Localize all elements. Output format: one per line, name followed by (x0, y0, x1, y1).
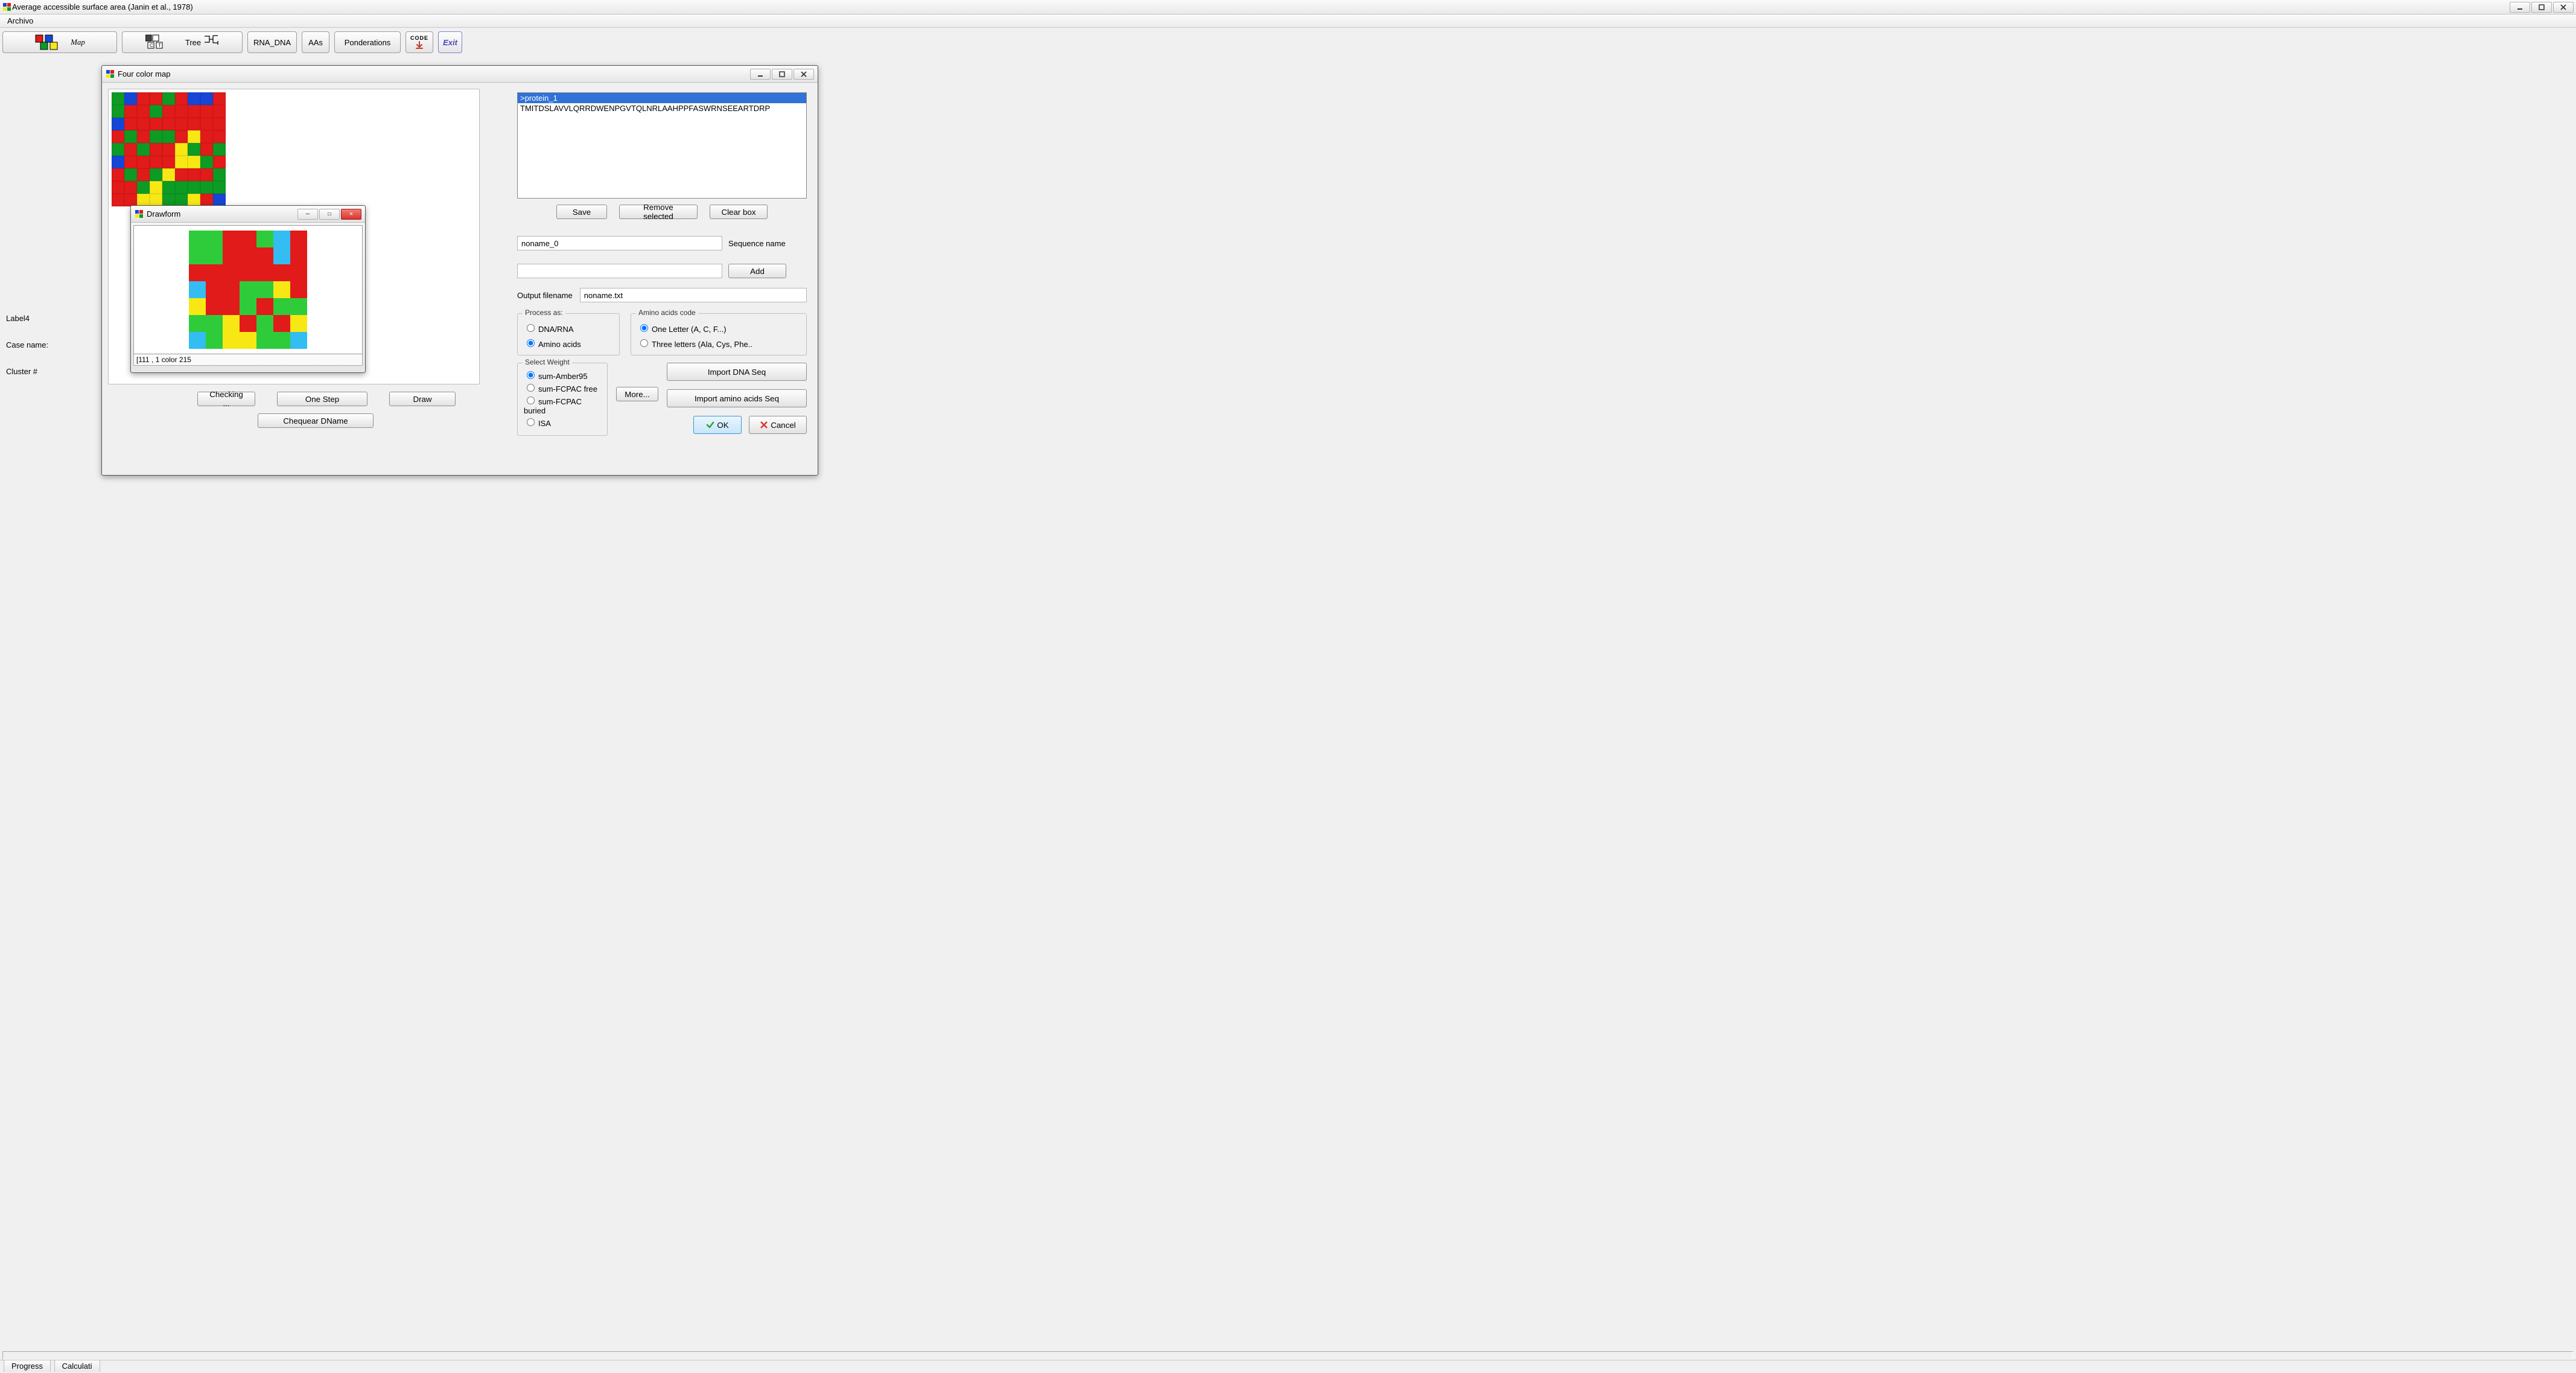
radio-three-letters[interactable]: Three letters (Ala, Cys, Phe.. (637, 337, 800, 349)
drawform-grid (189, 231, 307, 349)
drawform-icon (135, 209, 144, 219)
aas-button[interactable]: AAs (302, 31, 329, 53)
map-label: Map (71, 37, 85, 47)
maximize-button[interactable] (2531, 2, 2552, 13)
tree-label: Tree (185, 38, 201, 47)
exit-label: Exit (443, 38, 457, 47)
minimize-button[interactable] (2510, 2, 2530, 13)
radio-fcpac-buried[interactable]: sum-FCPAC buried (524, 395, 601, 415)
import-aa-button[interactable]: Import amino acids Seq (667, 389, 807, 407)
checking-button[interactable]: Checking ... (197, 392, 255, 406)
add-button[interactable]: Add (728, 264, 786, 278)
code-label: CODE (410, 35, 428, 41)
aa-code-legend: Amino acids code (636, 308, 698, 317)
draw-button[interactable]: Draw (389, 392, 456, 406)
close-button[interactable] (2553, 2, 2574, 13)
more-button[interactable]: More... (616, 387, 658, 401)
svg-text:C: C (150, 43, 153, 48)
sequence-name-label: Sequence name (728, 239, 786, 248)
label4: Label4 (6, 314, 30, 323)
menu-bar: Archivo (0, 14, 2576, 28)
cluster-label: Cluster # (6, 367, 37, 376)
map-canvas-panel: Drawform — ☐ ✕ [111 (108, 89, 480, 384)
tree-icon (203, 34, 219, 51)
rna-dna-button[interactable]: RNA_DNA (247, 31, 297, 53)
drawform-status: [111 , 1 color 215 (133, 354, 363, 366)
chequear-button[interactable]: Chequear DName (258, 413, 374, 428)
case-name-label: Case name: (6, 340, 48, 349)
radio-dna-rna[interactable]: DNA/RNA (524, 322, 613, 334)
radio-fcpac-free[interactable]: sum-FCPAC free (524, 382, 601, 393)
clear-box-button[interactable]: Clear box (710, 205, 768, 219)
main-titlebar: Average accessible surface area (Janin e… (0, 0, 2576, 14)
remove-selected-button[interactable]: Remove selected (619, 205, 698, 219)
seq-header-line[interactable]: >protein_1 (518, 93, 806, 103)
radio-amino-acids[interactable]: Amino acids (524, 337, 613, 349)
fcm-icon (106, 69, 115, 79)
radio-amber95[interactable]: sum-Amber95 (524, 369, 601, 381)
weight-legend: Select Weight (523, 358, 572, 366)
one-step-button[interactable]: One Step (277, 392, 367, 406)
fcm-close-button[interactable] (793, 69, 814, 80)
sequence-name-input[interactable] (517, 236, 722, 250)
map-toolbar-button[interactable]: Map (2, 31, 117, 53)
ponderations-button[interactable]: Ponderations (334, 31, 401, 53)
drawform-minimize-button[interactable]: — (297, 209, 318, 220)
tab-progress[interactable]: Progress (4, 1360, 51, 1372)
four-color-map-window: Four color map (101, 65, 818, 476)
drawform-canvas (133, 225, 363, 354)
tree-toolbar-button[interactable]: C T Tree (122, 31, 243, 53)
menu-file[interactable]: Archivo (4, 16, 37, 25)
drawform-maximize-button[interactable]: ☐ (319, 209, 340, 220)
drawform-title: Drawform (147, 209, 180, 218)
fcm-maximize-button[interactable] (772, 69, 792, 80)
code-button[interactable]: CODE (405, 31, 433, 53)
x-icon (760, 421, 768, 429)
radio-one-letter[interactable]: One Letter (A, C, F...) (637, 322, 800, 334)
svg-text:T: T (158, 43, 161, 48)
radio-isa[interactable]: ISA (524, 416, 601, 428)
ok-button[interactable]: OK (693, 416, 742, 434)
output-filename-label: Output filename (517, 291, 573, 300)
output-filename-input[interactable] (580, 288, 807, 302)
tab-calc[interactable]: Calculati (54, 1360, 100, 1372)
toolbar: Map C T Tree RNA_DNA AAs Ponderations CO… (0, 28, 2576, 57)
cancel-button[interactable]: Cancel (749, 416, 807, 434)
check-icon (706, 421, 714, 429)
add-input[interactable] (517, 264, 722, 278)
process-as-legend: Process as: (523, 308, 565, 317)
save-button[interactable]: Save (556, 205, 607, 219)
progress-track (2, 1351, 2574, 1360)
sequence-listbox[interactable]: >protein_1 TMITDSLAVVLQRRDWENPGVTQLNRLAA… (517, 92, 807, 199)
color-map-grid (112, 92, 476, 206)
fcm-titlebar: Four color map (102, 66, 818, 83)
app-icon (2, 2, 12, 12)
fcm-title: Four color map (118, 69, 170, 78)
drawform-close-button[interactable]: ✕ (341, 209, 361, 220)
exit-button[interactable]: Exit (438, 31, 462, 53)
fcm-minimize-button[interactable] (750, 69, 771, 80)
download-icon (415, 41, 424, 49)
seq-body-line[interactable]: TMITDSLAVVLQRRDWENPGVTQLNRLAAHPPFASWRNSE… (518, 103, 806, 113)
status-bar: Progress Calculati (0, 1360, 2576, 1373)
drawform-window: Drawform — ☐ ✕ [111 (130, 205, 366, 373)
import-dna-button[interactable]: Import DNA Seq (667, 363, 807, 381)
window-title: Average accessible surface area (Janin e… (12, 2, 193, 11)
